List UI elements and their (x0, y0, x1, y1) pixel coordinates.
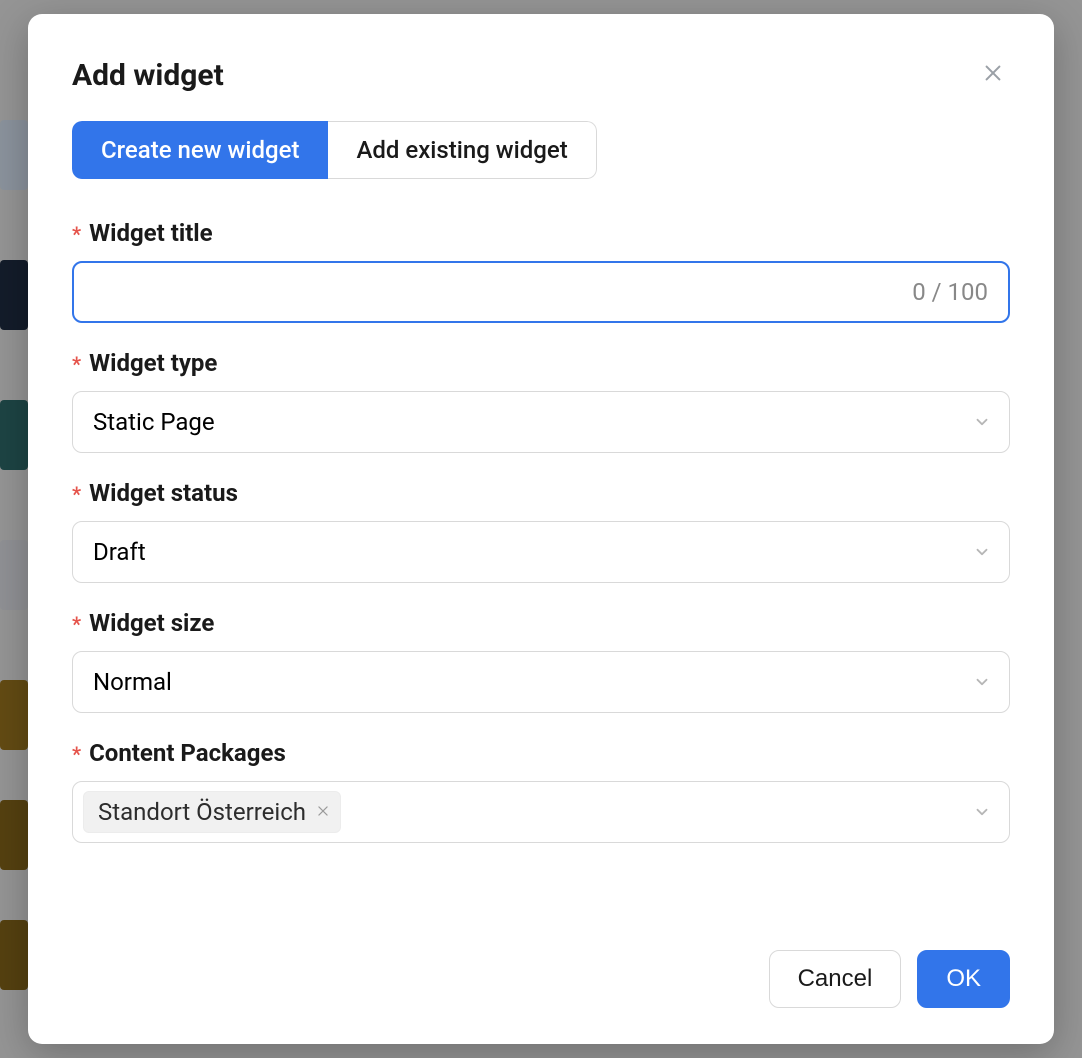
mode-tabs: Create new widget Add existing widget (72, 121, 597, 179)
tag-remove-icon[interactable] (316, 801, 330, 823)
chevron-down-icon (973, 803, 991, 821)
field-label: * Widget title (72, 219, 1010, 247)
label-text: Widget status (89, 479, 238, 507)
modal-footer: Cancel OK (72, 950, 1010, 1008)
label-text: Content Packages (89, 739, 286, 767)
close-button[interactable] (976, 58, 1010, 88)
tab-create-new[interactable]: Create new widget (72, 121, 328, 179)
select-value: Draft (93, 538, 146, 566)
field-widget-status: * Widget status Draft (72, 479, 1010, 583)
add-widget-modal: Add widget Create new widget Add existin… (28, 14, 1054, 1044)
close-icon (982, 62, 1004, 84)
field-label: * Widget type (72, 349, 1010, 377)
form: * Widget title 0 / 100 * Widget type Sta… (72, 219, 1010, 926)
field-widget-size: * Widget size Normal (72, 609, 1010, 713)
required-mark: * (72, 222, 81, 246)
label-text: Widget title (89, 219, 213, 247)
widget-type-select[interactable]: Static Page (72, 391, 1010, 453)
field-widget-title: * Widget title 0 / 100 (72, 219, 1010, 323)
field-label: * Widget size (72, 609, 1010, 637)
modal-title: Add widget (72, 58, 224, 93)
widget-size-select[interactable]: Normal (72, 651, 1010, 713)
label-text: Widget size (89, 609, 214, 637)
label-text: Widget type (89, 349, 217, 377)
cancel-button[interactable]: Cancel (769, 950, 902, 1008)
required-mark: * (72, 742, 81, 766)
widget-title-input[interactable] (72, 261, 1010, 323)
tab-add-existing[interactable]: Add existing widget (328, 121, 596, 179)
required-mark: * (72, 482, 81, 506)
tag: Standort Österreich (83, 791, 341, 833)
content-packages-select[interactable]: Standort Österreich (72, 781, 1010, 843)
required-mark: * (72, 352, 81, 376)
select-value: Normal (93, 668, 172, 696)
input-wrap: 0 / 100 (72, 261, 1010, 323)
widget-status-select[interactable]: Draft (72, 521, 1010, 583)
field-content-packages: * Content Packages Standort Österreich (72, 739, 1010, 843)
select-value: Static Page (93, 408, 215, 436)
chevron-down-icon (973, 543, 991, 561)
chevron-down-icon (973, 673, 991, 691)
field-label: * Content Packages (72, 739, 1010, 767)
chevron-down-icon (973, 413, 991, 431)
field-widget-type: * Widget type Static Page (72, 349, 1010, 453)
ok-button[interactable]: OK (917, 950, 1010, 1008)
required-mark: * (72, 612, 81, 636)
modal-header: Add widget (72, 58, 1010, 93)
tag-label: Standort Österreich (98, 798, 306, 826)
char-counter: 0 / 100 (912, 278, 988, 306)
field-label: * Widget status (72, 479, 1010, 507)
